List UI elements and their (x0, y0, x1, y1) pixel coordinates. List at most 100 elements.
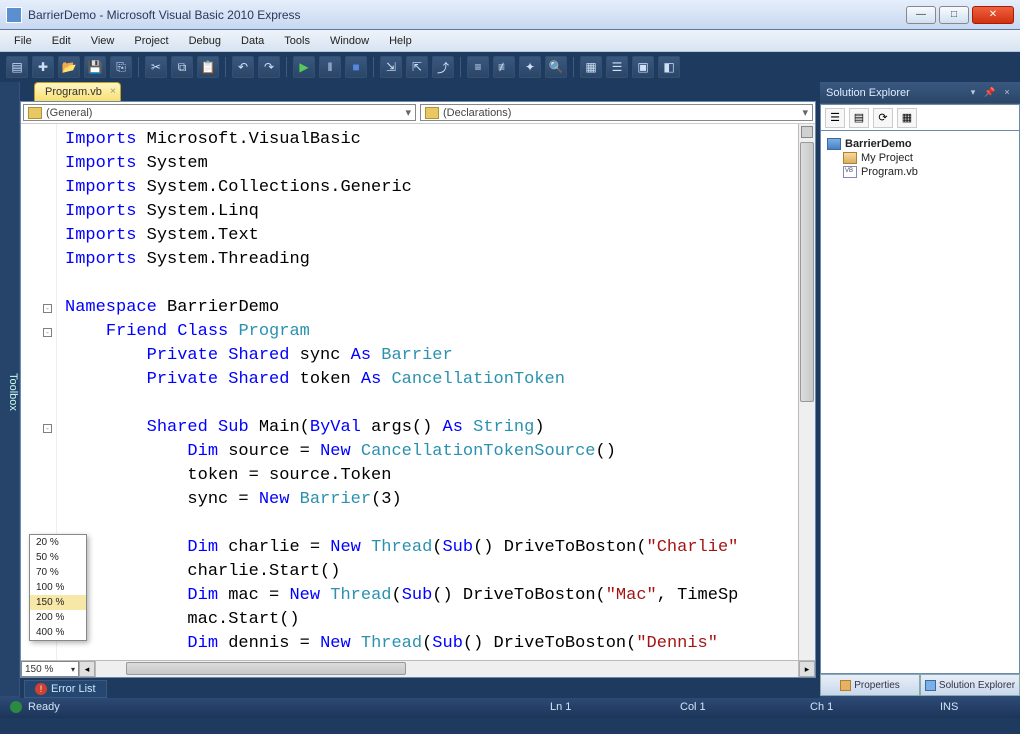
menu-view[interactable]: View (83, 33, 123, 49)
menu-data[interactable]: Data (233, 33, 272, 49)
menu-window[interactable]: Window (322, 33, 377, 49)
split-handle-icon[interactable] (801, 126, 813, 138)
vertical-scrollbar[interactable] (798, 124, 815, 660)
properties-tab-label: Properties (854, 680, 900, 691)
object-browser-button[interactable]: ◧ (658, 56, 680, 78)
status-ready-label: Ready (28, 701, 60, 713)
toolbox-tab[interactable]: Toolbox (0, 82, 20, 696)
properties-icon (843, 152, 857, 164)
toolbox-button[interactable]: ▣ (632, 56, 654, 78)
minimize-button[interactable]: — (906, 6, 936, 24)
solution-tab-label: Solution Explorer (939, 680, 1015, 691)
properties-window-button[interactable]: ☰ (606, 56, 628, 78)
paste-button[interactable]: 📋 (197, 56, 219, 78)
zoom-value: 150 % (25, 664, 53, 675)
maximize-button[interactable]: □ (939, 6, 969, 24)
zoom-option[interactable]: 20 % (30, 535, 86, 550)
zoom-option[interactable]: 70 % (30, 565, 86, 580)
solution-explorer-header: Solution Explorer ▾ 📌 × (820, 82, 1020, 104)
vertical-scroll-thumb[interactable] (800, 142, 814, 402)
save-button[interactable]: 💾 (84, 56, 106, 78)
add-item-button[interactable]: ✚ (32, 56, 54, 78)
panel-pin-icon[interactable]: 📌 (983, 87, 997, 99)
error-list-tab[interactable]: ! Error List (24, 680, 107, 698)
toolbar-separator (573, 57, 574, 77)
status-bar: Ready Ln 1 Col 1 Ch 1 INS (0, 696, 1020, 718)
bookmark-button[interactable]: ✦ (519, 56, 541, 78)
scroll-left-button[interactable]: ◂ (79, 661, 95, 677)
window-titlebar: BarrierDemo - Microsoft Visual Basic 201… (0, 0, 1020, 30)
solution-tree[interactable]: BarrierDemoMy ProjectProgram.vb (820, 130, 1020, 674)
zoom-option[interactable]: 150 % (30, 595, 86, 610)
refresh-button[interactable]: ⟳ (873, 108, 893, 128)
step-into-button[interactable]: ⇲ (380, 56, 402, 78)
toolbar-separator (286, 57, 287, 77)
open-button[interactable]: 📂 (58, 56, 80, 78)
comment-button[interactable]: ≡ (467, 56, 489, 78)
zoom-option[interactable]: 50 % (30, 550, 86, 565)
solution-explorer-toolbar: ☰ ▤ ⟳ ▦ (820, 104, 1020, 130)
tree-item[interactable]: My Project (825, 151, 1015, 165)
find-button[interactable]: 🔍 (545, 56, 567, 78)
app-icon (6, 7, 22, 23)
toolbar-separator (373, 57, 374, 77)
cut-button[interactable]: ✂ (145, 56, 167, 78)
menu-tools[interactable]: Tools (276, 33, 318, 49)
properties-tab[interactable]: Properties (820, 674, 920, 696)
vb-file-icon (843, 166, 857, 178)
start-debug-button[interactable]: ▶ (293, 56, 315, 78)
module-icon (28, 107, 42, 119)
zoom-option[interactable]: 100 % (30, 580, 86, 595)
show-all-files-button[interactable]: ▤ (849, 108, 869, 128)
menu-file[interactable]: File (6, 33, 40, 49)
horizontal-scroll-thumb[interactable] (126, 662, 406, 675)
menu-debug[interactable]: Debug (181, 33, 229, 49)
tree-item[interactable]: Program.vb (825, 165, 1015, 179)
step-over-button[interactable]: ⇱ (406, 56, 428, 78)
document-tab-program[interactable]: Program.vb × (34, 82, 121, 101)
code-editor[interactable]: Imports Microsoft.VisualBasic Imports Sy… (57, 124, 815, 660)
properties-icon (840, 680, 851, 691)
member-dropdown[interactable]: (Declarations) (420, 104, 813, 121)
tree-item-label: My Project (861, 152, 913, 164)
outline-collapse-icon[interactable]: - (43, 304, 52, 313)
menu-help[interactable]: Help (381, 33, 420, 49)
toolbar-separator (138, 57, 139, 77)
status-col: Col 1 (680, 701, 750, 713)
menu-edit[interactable]: Edit (44, 33, 79, 49)
menu-project[interactable]: Project (126, 33, 176, 49)
menu-bar: FileEditViewProject DebugDataToolsWindowH… (0, 30, 1020, 52)
redo-button[interactable]: ↷ (258, 56, 280, 78)
zoom-option[interactable]: 400 % (30, 625, 86, 640)
new-project-button[interactable]: ▤ (6, 56, 28, 78)
member-dropdown-label: (Declarations) (443, 107, 511, 119)
view-code-button[interactable]: ▦ (897, 108, 917, 128)
document-tab-close-icon[interactable]: × (110, 86, 116, 97)
save-all-button[interactable]: ⎘ (110, 56, 132, 78)
zoom-option[interactable]: 200 % (30, 610, 86, 625)
scope-dropdown[interactable]: (General) (23, 104, 416, 121)
properties-button[interactable]: ☰ (825, 108, 845, 128)
panel-close-icon[interactable]: × (1000, 87, 1014, 99)
zoom-popup: 20 %50 %70 %100 %150 %200 %400 % (29, 534, 87, 641)
scroll-right-button[interactable]: ▸ (799, 661, 815, 677)
tree-project-node[interactable]: BarrierDemo (825, 137, 1015, 151)
outline-collapse-icon[interactable]: - (43, 328, 52, 337)
break-button[interactable]: ‖ (319, 56, 341, 78)
error-icon: ! (35, 683, 47, 695)
outline-collapse-icon[interactable]: - (43, 424, 52, 433)
zoom-dropdown[interactable]: 150 % (21, 661, 79, 677)
panel-dropdown-icon[interactable]: ▾ (966, 87, 980, 99)
close-button[interactable]: ✕ (972, 6, 1014, 24)
undo-button[interactable]: ↶ (232, 56, 254, 78)
solution-explorer-button[interactable]: ▦ (580, 56, 602, 78)
window-title: BarrierDemo - Microsoft Visual Basic 201… (28, 8, 906, 22)
uncomment-button[interactable]: ≢ (493, 56, 515, 78)
document-tab-label: Program.vb (45, 86, 102, 98)
stop-button[interactable]: ■ (345, 56, 367, 78)
solution-explorer-tab[interactable]: Solution Explorer (920, 674, 1020, 696)
scope-dropdown-label: (General) (46, 107, 92, 119)
copy-button[interactable]: ⧉ (171, 56, 193, 78)
horizontal-scrollbar[interactable] (95, 661, 799, 677)
step-out-button[interactable]: ⤴ (432, 56, 454, 78)
